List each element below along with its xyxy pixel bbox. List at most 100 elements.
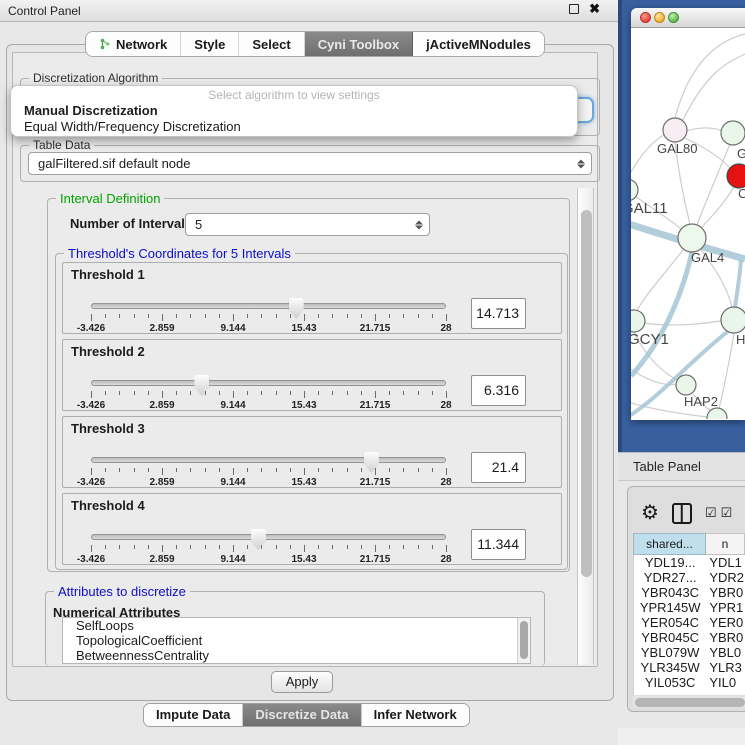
table-data-value: galFiltered.sif default node bbox=[38, 156, 190, 171]
tab-select-label: Select bbox=[252, 37, 290, 52]
table-row[interactable]: YBR043CYBR0 bbox=[634, 585, 745, 600]
node-label-gcy1: GCY1 bbox=[631, 331, 669, 348]
threshold-4-value[interactable]: 11.344 bbox=[471, 529, 526, 560]
bottom-strip bbox=[618, 728, 745, 745]
close-traffic-light[interactable] bbox=[640, 12, 651, 23]
tick-label: 28 bbox=[440, 323, 451, 334]
numerical-attributes-list[interactable]: SelfLoops TopologicalCoefficient Between… bbox=[62, 617, 531, 664]
gear-icon[interactable]: ⚙ bbox=[641, 503, 659, 523]
tick-label: 2.859 bbox=[149, 477, 174, 488]
table-row[interactable]: YDL19...YDL1 bbox=[634, 555, 745, 570]
network-canvas[interactable]: GAL80 GA C GAL11 GAL4 GCY1 H HAP2 bbox=[631, 28, 745, 419]
table-panel-header: Table Panel bbox=[618, 452, 745, 481]
threshold-2-slider[interactable] bbox=[91, 380, 446, 386]
minimize-traffic-light[interactable] bbox=[654, 12, 665, 23]
table-data-combobox[interactable]: galFiltered.sif default node bbox=[28, 152, 592, 175]
threshold-1-slider[interactable] bbox=[91, 303, 446, 309]
tab-impute-data[interactable]: Impute Data bbox=[144, 704, 243, 726]
tick-label: -3.426 bbox=[77, 554, 105, 565]
list-item[interactable]: BetweennessCentrality bbox=[63, 648, 530, 663]
tick-label: 28 bbox=[440, 477, 451, 488]
table-row[interactable]: YDR27...YDR2 bbox=[634, 570, 745, 585]
tab-select[interactable]: Select bbox=[239, 32, 304, 56]
tab-jactivemnodules[interactable]: jActiveMNodules bbox=[413, 32, 544, 56]
threshold-3-label: Threshold 3 bbox=[71, 421, 145, 436]
float-icon[interactable] bbox=[569, 4, 579, 14]
list-item[interactable]: SelfLoops bbox=[63, 618, 530, 633]
node-label-ga: GA bbox=[737, 146, 745, 161]
column-header-shared-name[interactable]: shared... bbox=[633, 533, 706, 555]
tick-label: 2.859 bbox=[149, 554, 174, 565]
node-label-gal80: GAL80 bbox=[657, 141, 697, 156]
slider-tick-labels: -3.426 2.859 9.144 15.43 21.715 28 bbox=[91, 323, 446, 334]
tick-label: 9.144 bbox=[220, 400, 245, 411]
dropdown-placeholder: Select algorithm to view settings bbox=[11, 87, 577, 103]
tick-label: 28 bbox=[440, 554, 451, 565]
tab-style[interactable]: Style bbox=[181, 32, 239, 56]
checkbox-icon[interactable]: ☑ bbox=[705, 505, 717, 521]
tab-cyni-toolbox[interactable]: Cyni Toolbox bbox=[305, 32, 413, 56]
num-intervals-label: Number of Intervals bbox=[70, 216, 192, 231]
table-row[interactable]: YER054CYER0 bbox=[634, 615, 745, 630]
dropdown-item-manual[interactable]: Manual Discretization bbox=[11, 103, 577, 119]
node-label-gal11: GAL11 bbox=[631, 200, 668, 217]
tick-label: 15.43 bbox=[291, 554, 316, 565]
algorithm-group-title: Discretization Algorithm bbox=[29, 71, 162, 85]
table-row[interactable]: YPR145WYPR1 bbox=[634, 600, 745, 615]
node-gal4[interactable] bbox=[678, 224, 706, 252]
node-h[interactable] bbox=[721, 307, 745, 333]
threshold-1-value[interactable]: 14.713 bbox=[471, 298, 526, 329]
num-intervals-combobox[interactable]: 5 bbox=[185, 213, 430, 236]
algorithm-dropdown-popup: Select algorithm to view settings Manual… bbox=[10, 85, 578, 137]
table-body[interactable]: YDL19...YDL1 YDR27...YDR2 YBR043CYBR0 YP… bbox=[633, 555, 745, 695]
control-panel-tabs: Network Style Select Cyni Toolbox jActiv… bbox=[85, 31, 545, 57]
node-hap2[interactable] bbox=[676, 375, 696, 395]
close-icon[interactable]: ✖ bbox=[589, 4, 600, 14]
form-scrollbar-thumb[interactable] bbox=[581, 210, 592, 577]
threshold-coordinates-title: Threshold's Coordinates for 5 Intervals bbox=[64, 246, 295, 261]
threshold-4-slider[interactable] bbox=[91, 534, 446, 540]
table-hscroll-thumb[interactable] bbox=[635, 698, 745, 707]
num-intervals-value: 5 bbox=[195, 217, 202, 232]
tick-label: 21.715 bbox=[360, 554, 391, 565]
tab-network[interactable]: Network bbox=[86, 32, 181, 56]
slider-ticks bbox=[91, 468, 446, 476]
list-item[interactable]: TopologicalCoefficient bbox=[63, 633, 530, 648]
apply-button[interactable]: Apply bbox=[271, 671, 333, 693]
tick-label: 21.715 bbox=[360, 477, 391, 488]
node-label-c: C bbox=[738, 186, 745, 201]
zoom-traffic-light[interactable] bbox=[668, 12, 679, 23]
slider-tick-labels: -3.426 2.859 9.144 15.43 21.715 28 bbox=[91, 477, 446, 488]
combo-arrows-icon bbox=[415, 220, 423, 229]
tick-label: -3.426 bbox=[77, 400, 105, 411]
checkbox-icon[interactable]: ☑ bbox=[721, 505, 733, 521]
threshold-3-value[interactable]: 21.4 bbox=[471, 452, 526, 483]
list-scrollbar[interactable] bbox=[517, 618, 530, 663]
table-row[interactable]: YIL053CYIL0 bbox=[634, 675, 745, 690]
threshold-3-slider[interactable] bbox=[91, 457, 446, 463]
tick-label: 9.144 bbox=[220, 477, 245, 488]
table-row[interactable]: YBR045CYBR0 bbox=[634, 630, 745, 645]
column-header-name[interactable]: n bbox=[706, 533, 745, 555]
slider-ticks bbox=[91, 545, 446, 553]
tick-label: 28 bbox=[440, 400, 451, 411]
table-row[interactable]: YLR345WYLR3 bbox=[634, 660, 745, 675]
threshold-2-value[interactable]: 6.316 bbox=[471, 375, 526, 406]
table-header-row: shared... n bbox=[633, 533, 745, 555]
table-horizontal-scrollbar[interactable] bbox=[633, 696, 745, 708]
tab-infer-network[interactable]: Infer Network bbox=[362, 704, 469, 726]
node-table: shared... n YDL19...YDL1 YDR27...YDR2 YB… bbox=[633, 533, 745, 695]
table-row[interactable]: YBL079WYBL0 bbox=[634, 645, 745, 660]
node-gal80[interactable] bbox=[663, 118, 687, 142]
threshold-1-label: Threshold 1 bbox=[71, 267, 145, 282]
tab-discretize-data[interactable]: Discretize Data bbox=[243, 704, 361, 726]
tab-style-label: Style bbox=[194, 37, 225, 52]
node-top-right[interactable] bbox=[721, 121, 745, 145]
form-scrollbar[interactable] bbox=[577, 188, 594, 665]
dropdown-item-equal-width[interactable]: Equal Width/Frequency Discretization bbox=[11, 119, 577, 135]
table-data-group-title: Table Data bbox=[29, 138, 94, 152]
node-selected-red[interactable] bbox=[727, 164, 745, 188]
slider-tick-labels: -3.426 2.859 9.144 15.43 21.715 28 bbox=[91, 400, 446, 411]
node-gcy1[interactable] bbox=[631, 310, 645, 332]
split-columns-icon[interactable] bbox=[672, 503, 692, 524]
